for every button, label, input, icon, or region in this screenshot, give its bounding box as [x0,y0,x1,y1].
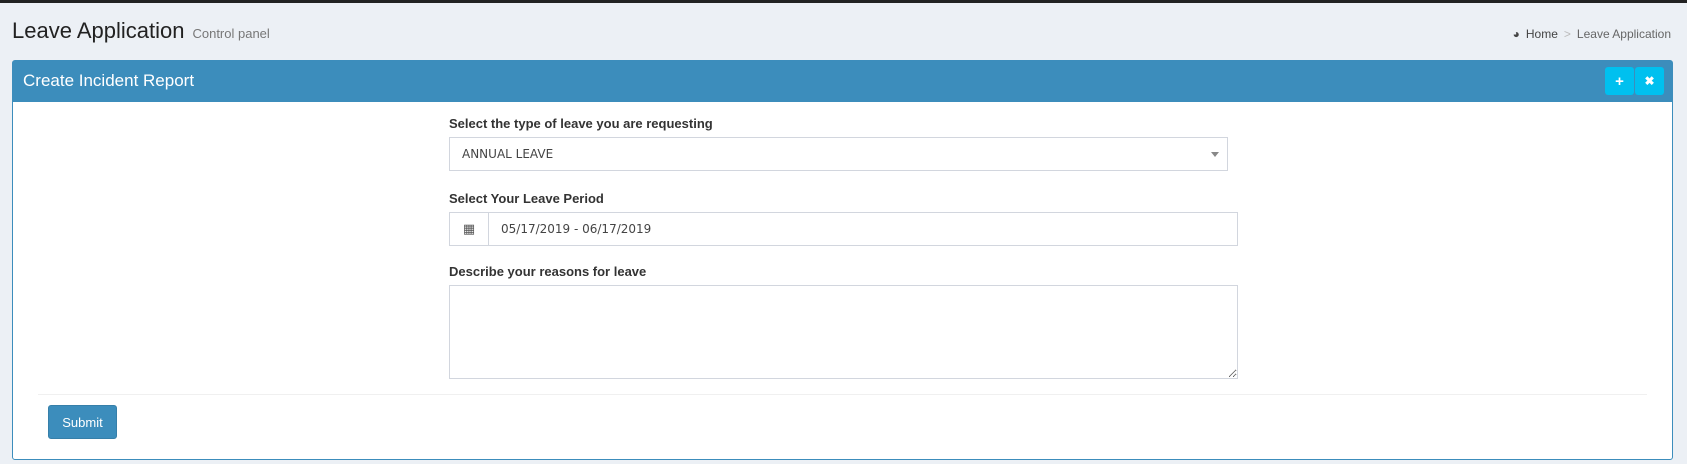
breadcrumb: ◕ Home > Leave Application [1513,27,1671,41]
top-bar [0,0,1687,3]
calendar-icon: ▦ [450,213,489,245]
breadcrumb-current: Leave Application [1576,27,1671,41]
incident-report-panel: Create Incident Report + ✖ Select the ty… [12,60,1673,460]
panel-title: Create Incident Report [23,71,195,90]
dashboard-icon: ◕ [1512,27,1520,41]
expand-button[interactable]: + [1605,67,1634,95]
breadcrumb-home[interactable]: Home [1526,27,1558,41]
leave-type-label: Select the type of leave you are request… [449,116,713,131]
panel-header: Create Incident Report + ✖ [13,61,1672,102]
period-label: Select Your Leave Period [449,191,604,206]
leave-type-select[interactable]: ANNUAL LEAVE [449,137,1228,171]
page-title: Leave Application Control panel [12,18,270,44]
reason-textarea[interactable] [449,285,1238,379]
chevron-down-icon [1211,152,1219,157]
page-subtitle: Control panel [192,26,270,41]
page-title-text: Leave Application [12,18,185,43]
close-icon: ✖ [1644,74,1655,88]
submit-button[interactable]: Submit [48,405,117,439]
close-button[interactable]: ✖ [1635,67,1664,95]
plus-icon: + [1615,72,1624,90]
leave-period-value: 05/17/2019 - 06/17/2019 [501,222,652,236]
reason-label: Describe your reasons for leave [449,264,647,279]
leave-period-input[interactable]: ▦ 05/17/2019 - 06/17/2019 [449,212,1238,246]
breadcrumb-separator: > [1563,27,1571,41]
footer-divider [38,394,1647,395]
leave-type-value: ANNUAL LEAVE [462,147,554,161]
